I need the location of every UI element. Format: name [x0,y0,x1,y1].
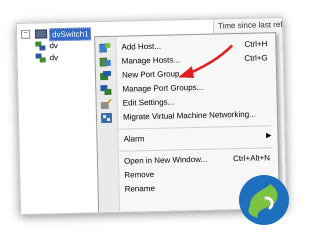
add-host-icon [99,42,111,53]
port-group-icon [35,53,46,63]
edit-settings-icon [100,98,112,110]
menu-item-label: Rename [124,183,155,194]
dvswitch-icon [35,29,48,39]
menu-item-label: Migrate Virtual Machine Networking... [122,109,256,122]
manage-hosts-icon [99,57,111,67]
manage-port-groups-icon [100,84,112,96]
menu-item-shortcut: Ctrl+G [244,53,268,63]
menu-item-label: Open in New Window... [123,154,208,166]
port-group-label: dv [49,53,59,63]
menu-item-label: Add Host... [121,41,162,52]
logo-icon [239,175,289,225]
menu-item-alarm[interactable]: Alarm ▶ [97,130,277,146]
new-port-group-icon [100,70,112,81]
migrate-vm-networking-icon [100,112,113,124]
port-group-label: dv [49,41,58,51]
menu-item-label: Alarm [123,134,145,144]
menu-separator [119,125,272,130]
port-group-icon [35,41,46,51]
menu-item-shortcut: Ctrl+H [244,39,268,49]
refresh-status-text: Time since last refr [217,19,286,31]
menu-separator [119,147,272,152]
menu-item-label: Remove [124,169,155,180]
collapse-toggle-icon[interactable]: − [21,29,31,39]
red-annotation-arrow [178,44,233,79]
menu-item-migrate-vm-networking[interactable]: Migrate Virtual Machine Networking... [97,108,277,124]
menu-item-label: Edit Settings... [122,97,175,108]
menu-item-shortcut: Ctrl+Alt+N [232,153,271,164]
submenu-arrow-icon: ▶ [266,132,272,140]
